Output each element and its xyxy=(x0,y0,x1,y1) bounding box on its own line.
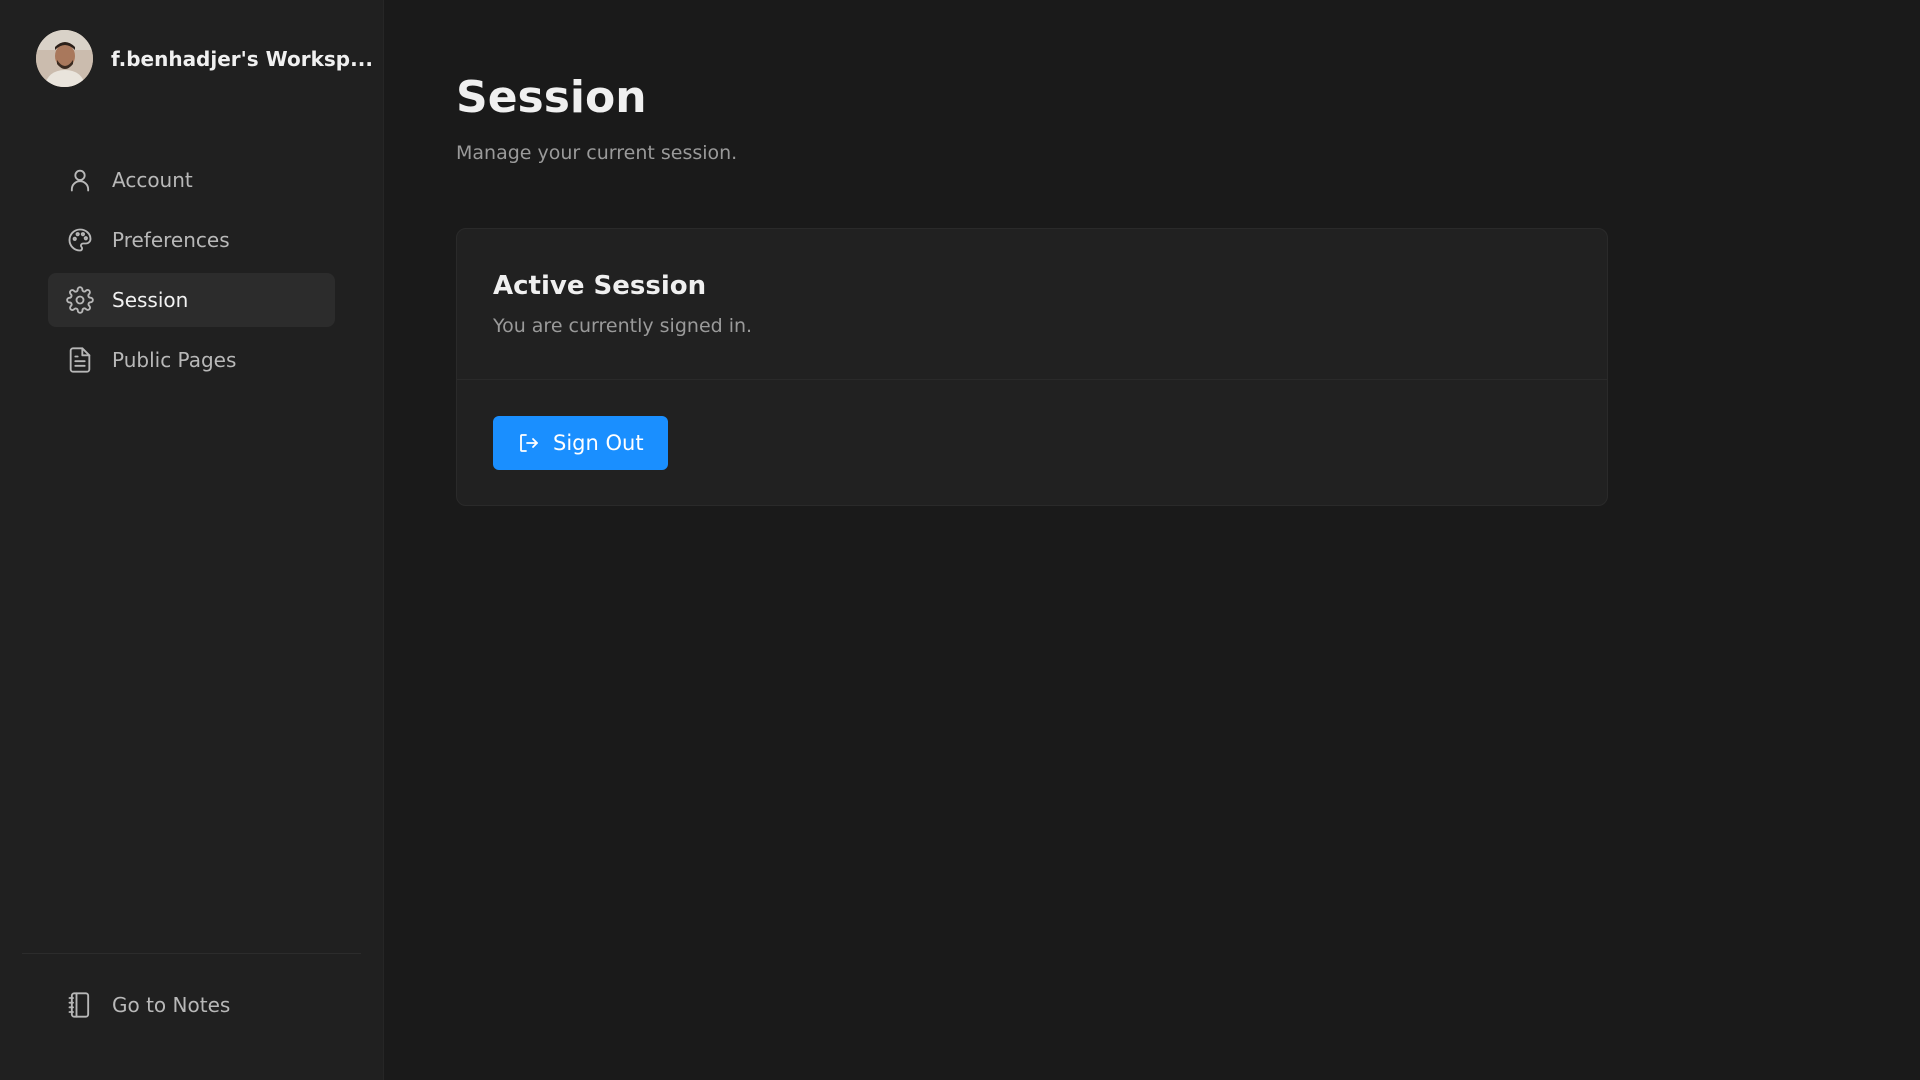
workspace-name: f.benhadjer's Worksp... xyxy=(111,46,373,71)
sign-out-label: Sign Out xyxy=(553,431,644,455)
go-to-notes-link[interactable]: Go to Notes xyxy=(48,978,335,1032)
avatar xyxy=(36,30,93,87)
sidebar-item-label: Public Pages xyxy=(112,348,237,372)
sidebar-item-label: Account xyxy=(112,168,193,192)
sidebar-item-public-pages[interactable]: Public Pages xyxy=(48,333,335,387)
notebook-icon xyxy=(66,991,94,1019)
settings-nav: Account Preferences Session Public Pages xyxy=(48,153,335,393)
sidebar-item-account[interactable]: Account xyxy=(48,153,335,207)
sidebar: f.benhadjer's Worksp... Account Preferen… xyxy=(0,0,384,1080)
active-session-card: Active Session You are currently signed … xyxy=(456,228,1608,506)
sidebar-item-label: Preferences xyxy=(112,228,230,252)
page-subtitle: Manage your current session. xyxy=(456,142,738,164)
sidebar-item-session[interactable]: Session xyxy=(48,273,335,327)
file-text-icon xyxy=(66,346,94,374)
go-to-notes-container: Go to Notes xyxy=(48,978,335,1038)
sidebar-divider xyxy=(22,953,361,954)
card-description: You are currently signed in. xyxy=(493,315,753,337)
sign-out-button[interactable]: Sign Out xyxy=(493,416,668,470)
user-icon xyxy=(66,166,94,194)
palette-icon xyxy=(66,226,94,254)
go-to-notes-label: Go to Notes xyxy=(112,993,231,1017)
sidebar-item-preferences[interactable]: Preferences xyxy=(48,213,335,267)
sidebar-item-label: Session xyxy=(112,288,189,312)
app-root: f.benhadjer's Worksp... Account Preferen… xyxy=(0,0,1920,1080)
page-title: Session xyxy=(456,72,647,123)
log-out-icon xyxy=(517,431,541,455)
card-header: Active Session You are currently signed … xyxy=(457,229,1607,380)
gear-icon xyxy=(66,286,94,314)
card-body: Sign Out xyxy=(457,380,1607,506)
card-title: Active Session xyxy=(493,271,707,301)
workspace-switcher[interactable]: f.benhadjer's Worksp... xyxy=(36,30,373,87)
main-content: Session Manage your current session. Act… xyxy=(384,0,1920,1080)
